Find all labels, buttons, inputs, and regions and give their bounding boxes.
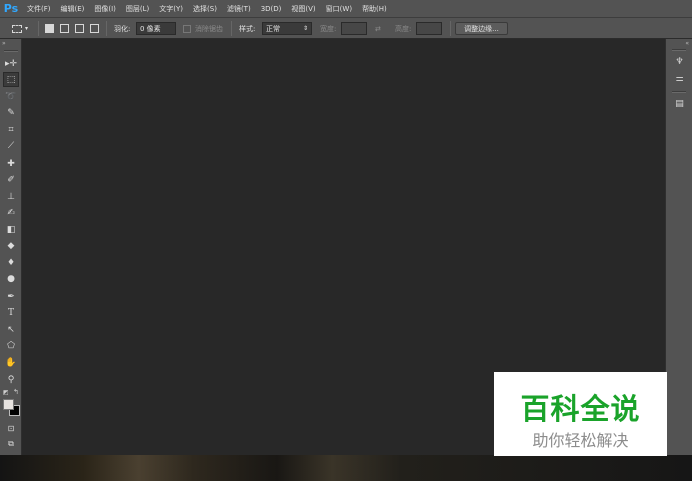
menu-edit[interactable]: 编辑(E) (56, 4, 90, 14)
chevron-down-icon: ⇕ (302, 25, 308, 32)
type-tool-icon[interactable]: T (3, 305, 19, 320)
menu-window[interactable]: 窗口(W) (321, 4, 357, 14)
menu-help[interactable]: 帮助(H) (357, 4, 392, 14)
expand-panels-icon[interactable]: « (685, 40, 689, 47)
divider (106, 21, 107, 36)
quick-mask-icon[interactable]: ⊡ (3, 421, 19, 436)
paint-bucket-tool-icon[interactable]: ◆ (3, 238, 19, 253)
marquee-tool-icon[interactable]: ⬚ (3, 72, 19, 87)
blur-tool-icon[interactable]: ♦ (3, 255, 19, 270)
dodge-tool-icon[interactable]: ● (3, 271, 19, 286)
height-label: 高度: (395, 24, 412, 33)
background-strip (0, 455, 692, 481)
eyedropper-tool-icon[interactable]: ⟋ (3, 138, 19, 153)
photoshop-logo[interactable]: Ps (0, 0, 22, 17)
options-bar: ▾ 羽化: 0 像素 消除锯齿 样式: 正常 ⇕ 宽度: ⇄ 高度: 调整边缘.… (0, 17, 692, 39)
menu-view[interactable]: 视图(V) (286, 4, 320, 14)
baike-watermark: 百科全说 助你轻松解决 (494, 372, 667, 456)
zoom-tool-icon[interactable]: ⚲ (3, 372, 19, 387)
watermark-title: 百科全说 (520, 392, 641, 426)
swap-colors-icon[interactable]: ↰ (13, 388, 19, 396)
brush-tool-icon[interactable]: ✐ (3, 172, 19, 187)
menu-select[interactable]: 选择(S) (188, 4, 222, 14)
quick-select-tool-icon[interactable]: ✎ (3, 105, 19, 120)
foreground-color-swatch[interactable] (3, 399, 14, 410)
panel-grip[interactable] (672, 91, 686, 93)
menu-layer[interactable]: 图层(L) (121, 4, 154, 14)
shape-tool-icon[interactable]: ⬠ (3, 338, 19, 353)
healing-brush-tool-icon[interactable]: ✚ (3, 156, 19, 171)
move-tool-icon[interactable]: ▸✛ (3, 56, 19, 71)
swap-icon[interactable]: ⇄ (375, 22, 381, 35)
watermark-subtitle: 助你轻松解决 (532, 431, 629, 450)
new-selection-icon[interactable] (45, 24, 54, 33)
divider (450, 21, 451, 36)
height-input[interactable] (416, 22, 442, 35)
menu-bar: Ps 文件(F) 编辑(E) 图像(I) 图层(L) 文字(Y) 选择(S) 滤… (0, 0, 692, 17)
collapse-icon[interactable]: » (2, 40, 6, 47)
antialias-checkbox[interactable] (183, 25, 191, 33)
width-input[interactable] (341, 22, 367, 35)
panel-grip[interactable] (4, 50, 18, 52)
style-label: 样式: (239, 24, 256, 33)
feather-input[interactable]: 0 像素 (136, 22, 176, 35)
hand-tool-icon[interactable]: ✋ (3, 355, 19, 370)
style-select[interactable]: 正常 ⇕ (262, 22, 312, 35)
intersect-selection-icon[interactable] (90, 24, 99, 33)
feather-label: 羽化: (114, 24, 131, 33)
refine-edge-button[interactable]: 调整边缘... (455, 22, 508, 35)
divider (38, 21, 39, 36)
chevron-down-icon: ▾ (25, 25, 29, 32)
tool-preset-picker[interactable]: ▾ (12, 22, 28, 35)
path-select-tool-icon[interactable]: ↖ (3, 322, 19, 337)
divider (231, 21, 232, 36)
subtract-selection-icon[interactable] (75, 24, 84, 33)
screen-mode-icon[interactable]: ⧉ (3, 436, 19, 451)
marquee-preset-icon (12, 24, 22, 33)
add-selection-icon[interactable] (60, 24, 69, 33)
width-label: 宽度: (320, 24, 337, 33)
style-value: 正常 (266, 24, 280, 33)
clone-stamp-tool-icon[interactable]: ⊥ (3, 189, 19, 204)
default-colors-icon[interactable]: ◩ (3, 389, 9, 396)
history-brush-tool-icon[interactable]: ✍ (3, 205, 19, 220)
menu-3d[interactable]: 3D(D) (256, 5, 287, 13)
antialias-label: 消除锯齿 (195, 24, 223, 33)
panel-grip[interactable] (672, 49, 686, 51)
tools-panel: » ▸✛ ⬚ ➰ ✎ ⌗ ⟋ ✚ ✐ ⊥ ✍ ◧ ◆ ♦ ● ✒ T ↖ ⬠ ✋… (0, 39, 22, 455)
menu-file[interactable]: 文件(F) (22, 4, 56, 14)
crop-tool-icon[interactable]: ⌗ (3, 122, 19, 137)
eraser-tool-icon[interactable]: ◧ (3, 222, 19, 237)
menu-type[interactable]: 文字(Y) (154, 4, 188, 14)
menu-filter[interactable]: 滤镜(T) (222, 4, 256, 14)
pen-tool-icon[interactable]: ✒ (3, 289, 19, 304)
lasso-tool-icon[interactable]: ➰ (3, 89, 19, 104)
menu-image[interactable]: 图像(I) (89, 4, 121, 14)
brush-presets-icon[interactable]: ♆ (672, 54, 687, 69)
panel-dock: « ♆ ⚌ ▤ (665, 39, 692, 455)
layers-icon[interactable]: ▤ (672, 96, 687, 111)
properties-icon[interactable]: ⚌ (672, 71, 687, 86)
